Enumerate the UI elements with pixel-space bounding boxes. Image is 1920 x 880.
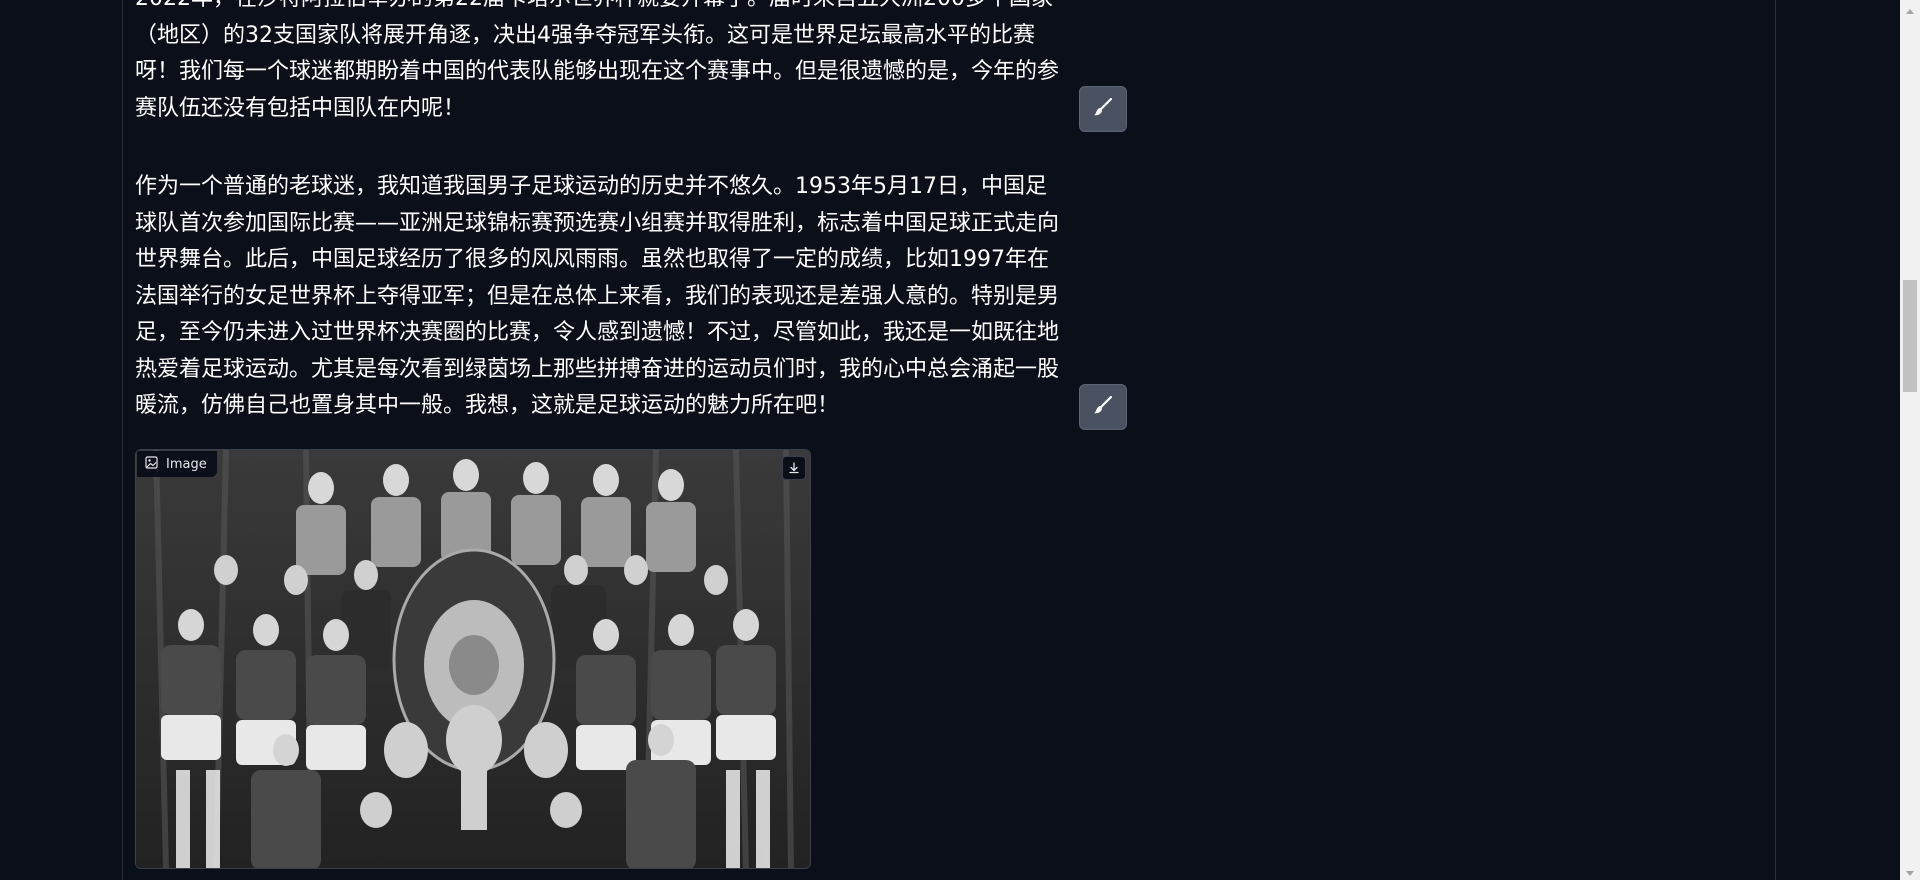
edit-message-button[interactable] bbox=[1079, 384, 1127, 430]
image-icon bbox=[145, 455, 158, 473]
bot-message-paragraph: 2022年，在沙特阿拉伯举办的第22届卡塔尔世界杯就要开幕了。届时来自五大洲20… bbox=[135, 0, 1060, 121]
bot-message-paragraph: 作为一个普通的老球迷，我知道我国男子足球运动的历史并不悠久。1953年5月17日… bbox=[135, 174, 1060, 418]
edit-message-button[interactable] bbox=[1079, 86, 1127, 132]
brush-icon bbox=[1092, 394, 1114, 420]
triangle-up-icon bbox=[1906, 0, 1914, 18]
download-icon bbox=[788, 459, 800, 478]
scroll-down-arrow[interactable] bbox=[1900, 863, 1920, 880]
scroll-up-arrow[interactable] bbox=[1900, 0, 1920, 17]
brush-icon bbox=[1092, 96, 1114, 122]
image-output: Image bbox=[135, 449, 811, 869]
page-scrollbar[interactable] bbox=[1900, 0, 1920, 880]
image-label: Image bbox=[137, 451, 217, 477]
scrollbar-thumb[interactable] bbox=[1903, 280, 1917, 392]
chat-page: 2022年，在沙特阿拉伯举办的第22届卡塔尔世界杯就要开幕了。届时来自五大洲20… bbox=[0, 0, 1920, 880]
team-photo bbox=[136, 450, 810, 868]
triangle-down-icon bbox=[1906, 862, 1914, 880]
image-label-text: Image bbox=[166, 456, 207, 472]
download-button[interactable] bbox=[782, 456, 806, 480]
